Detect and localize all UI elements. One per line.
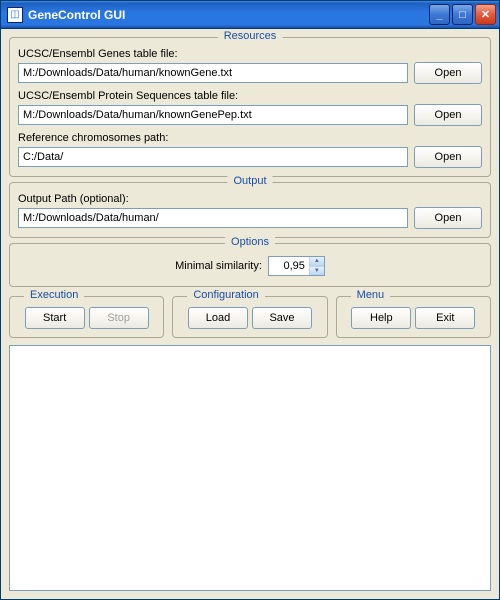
proteins-open-button[interactable]: Open [414, 104, 482, 126]
chromosomes-input[interactable] [18, 147, 408, 167]
execution-legend: Execution [24, 289, 84, 301]
output-legend: Output [227, 175, 272, 187]
help-button[interactable]: Help [351, 307, 411, 329]
output-path-label: Output Path (optional): [18, 193, 482, 205]
genes-open-button[interactable]: Open [414, 62, 482, 84]
genes-label: UCSC/Ensembl Genes table file: [18, 48, 482, 60]
titlebar: ◫ GeneControl GUI _ □ ✕ [1, 1, 499, 29]
resources-legend: Resources [218, 30, 283, 42]
log-output [9, 345, 491, 591]
minsim-down-button[interactable]: ▼ [310, 266, 324, 276]
window-title: GeneControl GUI [28, 8, 429, 22]
proteins-label: UCSC/Ensembl Protein Sequences table fil… [18, 90, 482, 102]
window-buttons: _ □ ✕ [429, 4, 496, 25]
app-icon: ◫ [7, 7, 23, 23]
genes-input[interactable] [18, 63, 408, 83]
app-window: ◫ GeneControl GUI _ □ ✕ Resources UCSC/E… [0, 0, 500, 600]
resources-group: Resources UCSC/Ensembl Genes table file:… [9, 37, 491, 177]
minsim-up-button[interactable]: ▲ [310, 257, 324, 266]
exit-button[interactable]: Exit [415, 307, 475, 329]
save-button[interactable]: Save [252, 307, 312, 329]
menu-legend: Menu [351, 289, 391, 301]
output-open-button[interactable]: Open [414, 207, 482, 229]
configuration-group: Configuration Load Save [172, 296, 327, 338]
close-button[interactable]: ✕ [475, 4, 496, 25]
maximize-button[interactable]: □ [452, 4, 473, 25]
chromosomes-label: Reference chromosomes path: [18, 132, 482, 144]
configuration-legend: Configuration [187, 289, 264, 301]
proteins-input[interactable] [18, 105, 408, 125]
options-legend: Options [225, 236, 275, 248]
start-button[interactable]: Start [25, 307, 85, 329]
execution-group: Execution Start Stop [9, 296, 164, 338]
menu-group: Menu Help Exit [336, 296, 491, 338]
minimize-button[interactable]: _ [429, 4, 450, 25]
minsim-spinner[interactable]: ▲ ▼ [268, 256, 325, 276]
load-button[interactable]: Load [188, 307, 248, 329]
output-path-input[interactable] [18, 208, 408, 228]
stop-button: Stop [89, 307, 149, 329]
output-group: Output Output Path (optional): Open [9, 182, 491, 238]
minsim-input[interactable] [269, 257, 309, 275]
minsim-label: Minimal similarity: [175, 260, 262, 272]
action-groups: Execution Start Stop Configuration Load … [9, 296, 491, 338]
chromosomes-open-button[interactable]: Open [414, 146, 482, 168]
options-group: Options Minimal similarity: ▲ ▼ [9, 243, 491, 287]
client-area: Resources UCSC/Ensembl Genes table file:… [1, 29, 499, 599]
